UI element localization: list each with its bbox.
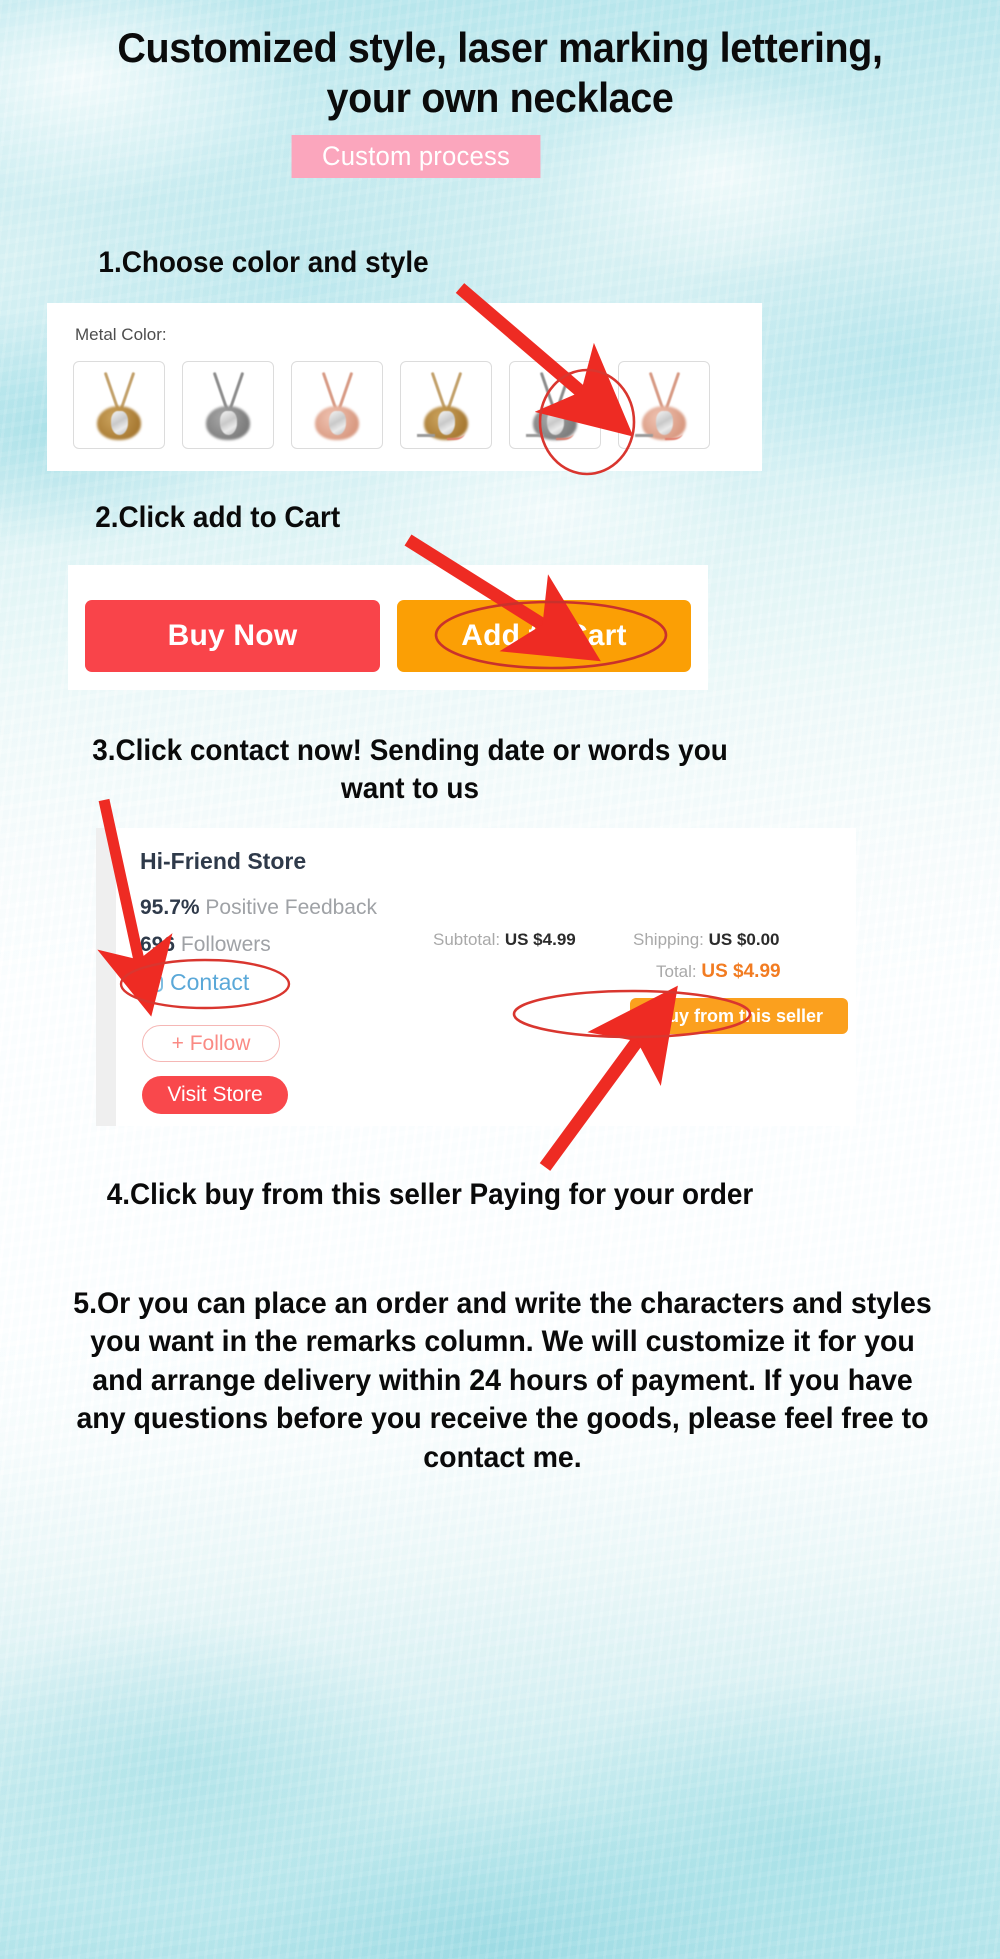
rose-gold-necklace-swatch[interactable]: [291, 361, 383, 449]
total-label: Total:: [656, 962, 697, 981]
total-row: Total: US $4.99: [656, 961, 781, 983]
gold-engraved-necklace-swatch[interactable]: [400, 361, 492, 449]
card-left-rail: [96, 828, 116, 1126]
custom-process-badge: Custom process: [291, 135, 541, 178]
followers-count: 696: [140, 933, 176, 956]
rose-gold-engraved-necklace-swatch[interactable]: [618, 361, 710, 449]
buy-from-this-seller-button[interactable]: Buy from this seller: [630, 998, 848, 1034]
step-1-heading: 1.Choose color and style: [98, 246, 429, 279]
followers-stat: 696 Followers: [140, 933, 271, 957]
subtotal-label: Subtotal:: [433, 930, 501, 949]
necklace-thumbnail: [74, 362, 164, 448]
step-4-heading: 4.Click buy from this seller Paying for …: [106, 1178, 754, 1211]
shipping-value: US $0.00: [708, 930, 780, 949]
contact-link[interactable]: Contact: [140, 969, 249, 996]
total-value: US $4.99: [701, 961, 781, 982]
feedback-label: Positive Feedback: [205, 896, 377, 919]
store-name: Hi-Friend Store: [140, 848, 307, 874]
step-3-heading: 3.Click contact now! Sending date or wor…: [92, 734, 728, 806]
page-title: Customized style, laser marking letterin…: [117, 24, 883, 121]
subtotal-row: Subtotal: US $4.99: [433, 930, 576, 950]
step-5-paragraph: 5.Or you can place an order and write th…: [73, 1287, 932, 1474]
add-to-cart-button[interactable]: Add to Cart: [397, 600, 691, 672]
chat-bubble-icon: [140, 975, 163, 992]
necklace-thumbnail: [619, 362, 709, 448]
contact-label: Contact: [170, 969, 250, 995]
seller-info-card: Hi-Friend Store 95.7% Positive Feedback …: [96, 828, 856, 1126]
silver-necklace-swatch[interactable]: [182, 361, 274, 449]
buy-now-button[interactable]: Buy Now: [85, 600, 380, 672]
necklace-thumbnail: [292, 362, 382, 448]
metal-color-label: Metal Color:: [75, 325, 167, 344]
shipping-label: Shipping:: [633, 930, 704, 949]
visit-store-button[interactable]: Visit Store: [142, 1076, 288, 1114]
shipping-row: Shipping: US $0.00: [633, 930, 780, 950]
necklace-thumbnail: [510, 362, 600, 448]
feedback-percent: 95.7%: [140, 896, 200, 919]
promo-page: Customized style, laser marking letterin…: [0, 0, 1000, 1959]
follow-button[interactable]: + Follow: [142, 1025, 280, 1062]
purchase-button-panel: Buy Now Add to Cart: [68, 565, 708, 690]
step-2-heading: 2.Click add to Cart: [95, 501, 341, 534]
subtotal-value: US $4.99: [504, 930, 576, 949]
metal-color-swatch-row: [73, 361, 710, 449]
gold-necklace-swatch[interactable]: [73, 361, 165, 449]
followers-label: Followers: [180, 933, 271, 956]
necklace-thumbnail: [401, 362, 491, 448]
silver-engraved-necklace-swatch[interactable]: [509, 361, 601, 449]
metal-color-panel: Metal Color:: [47, 303, 762, 471]
positive-feedback-stat: 95.7% Positive Feedback: [140, 896, 377, 920]
necklace-thumbnail: [183, 362, 273, 448]
